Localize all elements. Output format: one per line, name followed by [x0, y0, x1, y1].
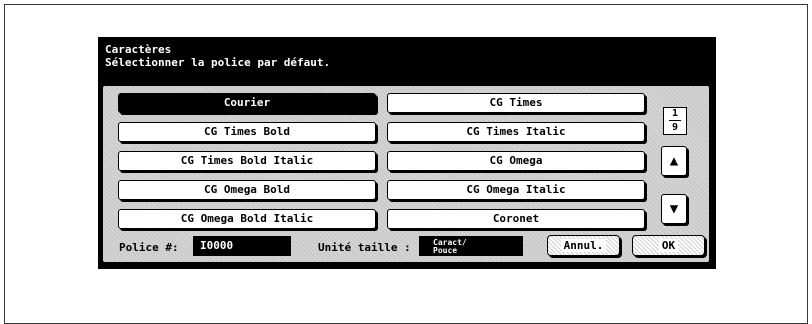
ok-button[interactable]: OK: [632, 235, 705, 256]
police-value: I0000: [193, 236, 291, 256]
font-button-cg-omega-bold-italic[interactable]: CG Omega Bold Italic: [118, 209, 376, 229]
unit-label: Unité taille :: [318, 241, 411, 254]
cancel-button[interactable]: Annul.: [547, 235, 620, 256]
font-button-cg-times-bold-italic[interactable]: CG Times Bold Italic: [118, 151, 376, 171]
font-button-cg-times[interactable]: CG Times: [387, 93, 645, 113]
page-indicator: 1 9: [663, 107, 687, 135]
page-total: 9: [671, 122, 679, 133]
unit-value-line2: Pouce: [433, 246, 458, 255]
scroll-down-button[interactable]: ▼: [661, 194, 687, 224]
unit-value[interactable]: Caract/ Pouce: [419, 236, 523, 256]
panel-title: Caractères: [105, 43, 172, 56]
font-button-cg-omega[interactable]: CG Omega: [387, 151, 645, 171]
font-button-cg-omega-bold[interactable]: CG Omega Bold: [118, 180, 376, 200]
font-button-cg-times-bold[interactable]: CG Times Bold: [118, 122, 376, 142]
arrow-up-icon: ▲: [669, 153, 679, 169]
font-button-courier[interactable]: Courier: [118, 93, 376, 113]
page-current: 1: [671, 108, 679, 119]
panel-header: Caractères Sélectionner la police par dé…: [105, 43, 330, 69]
font-button-cg-times-italic[interactable]: CG Times Italic: [387, 122, 645, 142]
police-label: Police #:: [119, 241, 179, 254]
font-button-cg-omega-italic[interactable]: CG Omega Italic: [387, 180, 645, 200]
panel-subtitle: Sélectionner la police par défaut.: [105, 56, 331, 69]
scroll-up-button[interactable]: ▲: [661, 146, 687, 176]
page-divider: [669, 120, 681, 121]
cancel-button-label: Annul.: [560, 239, 607, 252]
ok-button-label: OK: [658, 239, 679, 252]
content-area: Courier CG Times CG Times Bold CG Times …: [101, 84, 711, 264]
arrow-down-icon: ▼: [669, 201, 679, 217]
font-button-coronet[interactable]: Coronet: [387, 209, 645, 229]
